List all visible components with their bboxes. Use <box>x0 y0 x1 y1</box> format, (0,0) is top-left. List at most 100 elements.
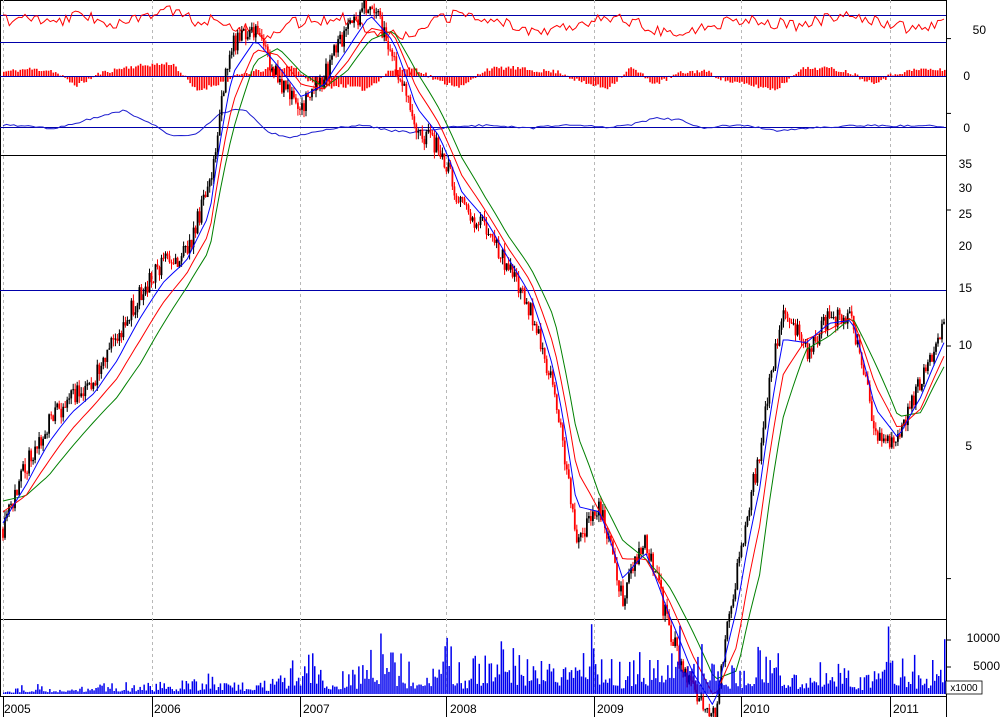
hist-bar <box>906 70 908 76</box>
price-candle-body <box>411 110 414 117</box>
hist-bar <box>620 77 623 78</box>
hist-bar <box>642 73 644 76</box>
hist-bar <box>5 71 7 76</box>
volume-bar <box>79 688 81 694</box>
hist-bar <box>139 63 142 76</box>
price-candle-body <box>788 318 791 323</box>
price-candle-body <box>180 256 183 262</box>
price-candle-body <box>826 311 829 330</box>
price-candle-body <box>519 288 522 294</box>
hist-bar <box>109 72 111 76</box>
volume-bar <box>602 682 605 694</box>
hist-bar <box>524 67 526 76</box>
hist-bar <box>236 74 239 76</box>
hist-bar <box>896 74 899 76</box>
price-candle-body <box>42 438 44 446</box>
price-candle-body <box>730 606 733 614</box>
price-candle-body <box>453 186 456 196</box>
volume-bar <box>619 661 621 694</box>
price-candle-body <box>888 435 891 448</box>
price-candle-body <box>784 310 787 314</box>
volume-bar <box>783 684 785 694</box>
hist-bar <box>300 74 302 76</box>
hist-bar <box>441 77 444 81</box>
price-candle-body <box>752 474 755 492</box>
osc1-line <box>2 5 945 41</box>
price-candle-body <box>846 313 849 324</box>
hist-bar <box>241 73 243 76</box>
volume-bar <box>137 689 139 694</box>
volume-bar <box>7 691 9 694</box>
hist-bar <box>479 74 481 76</box>
hist-bar <box>731 77 734 83</box>
price-candle-body <box>74 389 77 403</box>
price-candle-body <box>214 152 217 159</box>
hist-bar <box>264 69 267 76</box>
volume-bar <box>596 674 599 694</box>
hist-bar <box>675 74 677 76</box>
price-candle-body <box>433 134 436 153</box>
hist-bar <box>493 66 496 76</box>
volume-bar <box>897 685 900 694</box>
hist-bar <box>368 77 371 88</box>
hist-bar <box>201 77 203 90</box>
volume-bar <box>867 674 870 694</box>
volume-bar <box>438 669 440 694</box>
x-tick-2010: 2010 <box>743 702 770 716</box>
volume-tick-10000: 10000 <box>967 631 1001 645</box>
volume-bar <box>721 683 723 694</box>
volume-bar <box>889 662 892 694</box>
volume-bar <box>759 650 761 694</box>
x-axis: 2005 2006 2007 2008 2009 2010 2011 <box>4 702 919 716</box>
hist-bar <box>694 73 696 76</box>
hist-bar <box>342 77 345 88</box>
price-candle-body <box>933 351 935 362</box>
volume-bar <box>442 661 444 694</box>
volume-bar <box>747 683 749 694</box>
price-candle-body <box>814 336 817 341</box>
hist-bar <box>507 66 510 76</box>
hist-bar <box>153 64 156 76</box>
price-candle-body <box>740 545 743 557</box>
hist-bar <box>116 69 118 76</box>
price-candle-body <box>941 323 943 340</box>
volume-bar <box>498 674 501 694</box>
hist-bar <box>866 77 868 82</box>
stock-chart: 50 0 0 5 10 15 20 25 30 35 5000 10000 x1… <box>0 0 1001 717</box>
hist-bar <box>90 77 92 80</box>
price-candle-body <box>76 385 79 403</box>
hist-bar <box>50 70 52 76</box>
price-candle-body <box>917 379 919 387</box>
volume-bar <box>83 691 85 694</box>
price-candle-body <box>489 234 492 235</box>
volume-bar <box>468 680 470 694</box>
volume-bar <box>777 653 779 694</box>
hist-bar <box>639 72 642 76</box>
price-candle-body <box>58 403 61 409</box>
volume-bar <box>428 683 430 694</box>
volume-bar <box>657 660 659 694</box>
volume-bar <box>217 687 220 694</box>
hist-bar <box>653 77 656 84</box>
price-candle-body <box>68 398 71 400</box>
price-candle-body <box>52 415 55 422</box>
hist-bar <box>583 77 585 81</box>
hist-bar <box>903 72 906 76</box>
hist-bar <box>571 77 573 79</box>
price-candle-body <box>594 511 596 516</box>
price-candle-body <box>455 195 458 202</box>
volume-bar <box>934 680 936 694</box>
price-candle-body <box>142 294 145 301</box>
volume-bar <box>127 690 129 694</box>
hist-bar <box>616 77 618 82</box>
price-candle-body <box>10 503 12 505</box>
price-candle-body <box>375 12 378 14</box>
price-candle-body <box>527 302 530 316</box>
hist-bar <box>934 70 937 76</box>
volume-bar <box>701 644 703 694</box>
volume-bar <box>811 682 814 694</box>
hist-bar <box>248 74 250 76</box>
price-candle-body <box>262 38 265 46</box>
volume-bar <box>871 681 874 694</box>
volume-bar <box>921 685 924 694</box>
